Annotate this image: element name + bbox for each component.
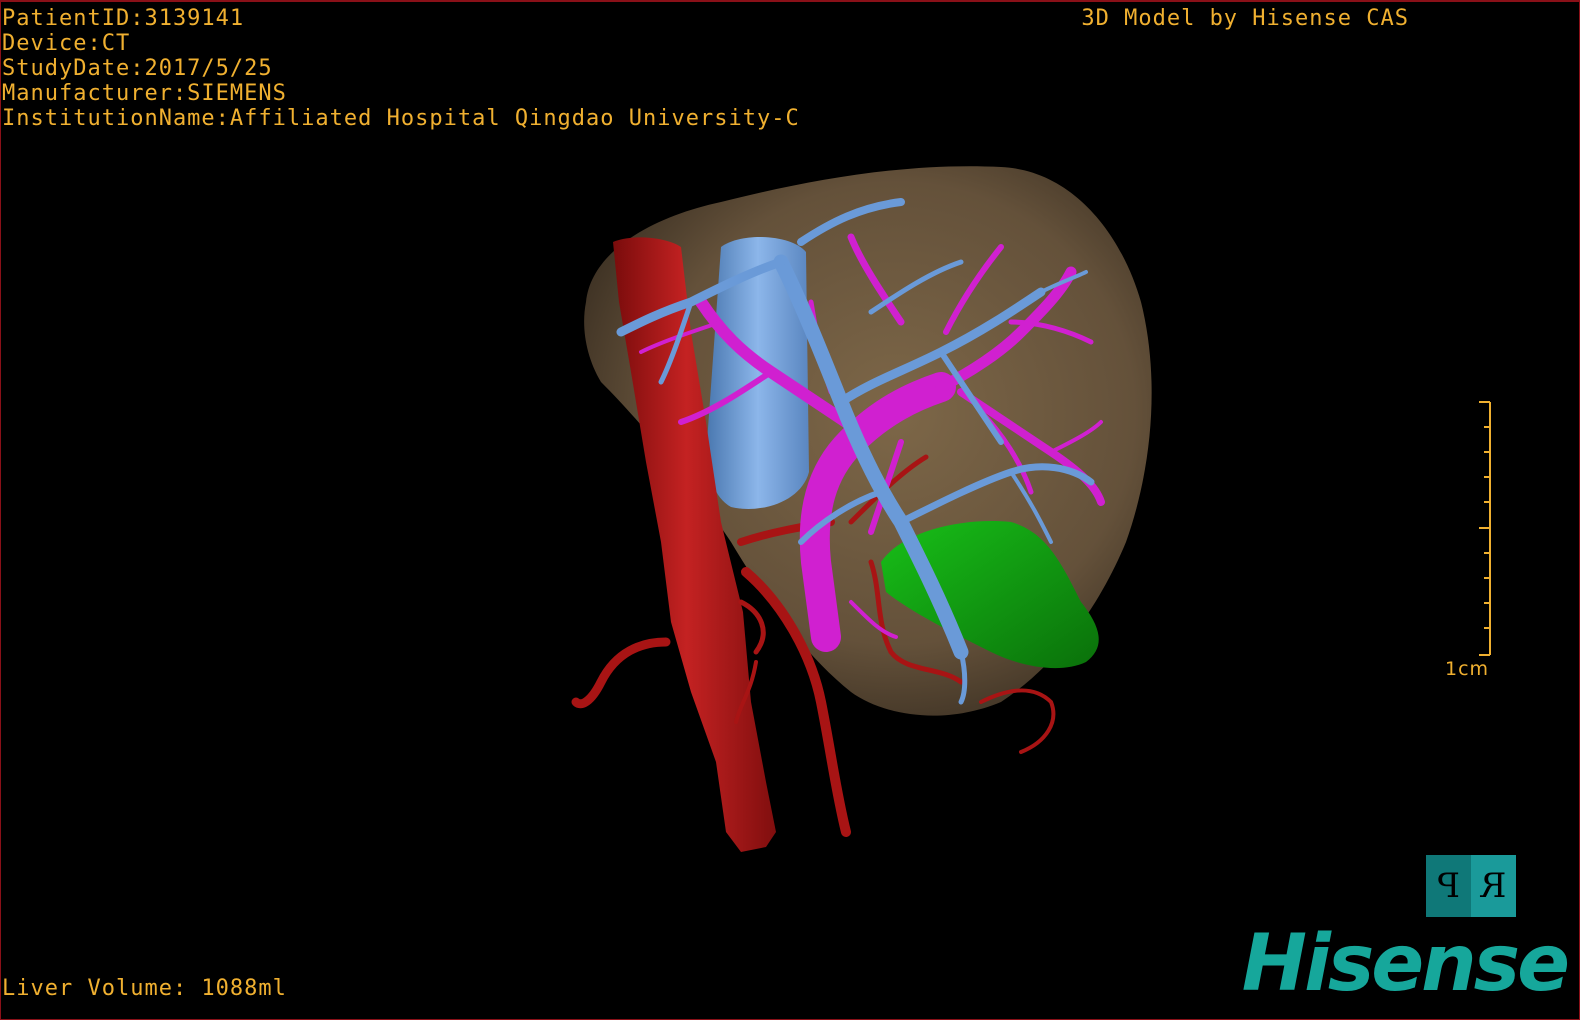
orientation-face-right[interactable]: R — [1471, 855, 1516, 917]
3d-viewport[interactable]: PatientID:3139141 Device:CT StudyDate:2017… — [0, 0, 1580, 1020]
scale-bar — [1479, 401, 1491, 656]
manufacturer-text: Manufacturer:SIEMENS — [2, 81, 287, 106]
institution-text: InstitutionName:Affiliated Hospital Qing… — [2, 106, 800, 131]
orientation-cube[interactable]: P R — [1426, 855, 1516, 917]
liver-3d-model[interactable] — [1, 2, 1579, 1019]
device-text: Device:CT — [2, 31, 131, 56]
liver-volume-text: Liver Volume: 1088ml — [2, 976, 287, 1001]
model-credit-text: 3D Model by Hisense CAS — [1081, 6, 1409, 31]
scale-bar-label: 1cm — [1445, 658, 1490, 680]
patient-id-text: PatientID:3139141 — [2, 6, 245, 31]
hisense-logo: Hisense — [1241, 919, 1570, 1009]
study-date-text: StudyDate:2017/5/25 — [2, 56, 273, 81]
orientation-face-posterior[interactable]: P — [1426, 855, 1471, 917]
patient-info-overlay: PatientID:3139141 Device:CT StudyDate:2017… — [2, 6, 800, 131]
